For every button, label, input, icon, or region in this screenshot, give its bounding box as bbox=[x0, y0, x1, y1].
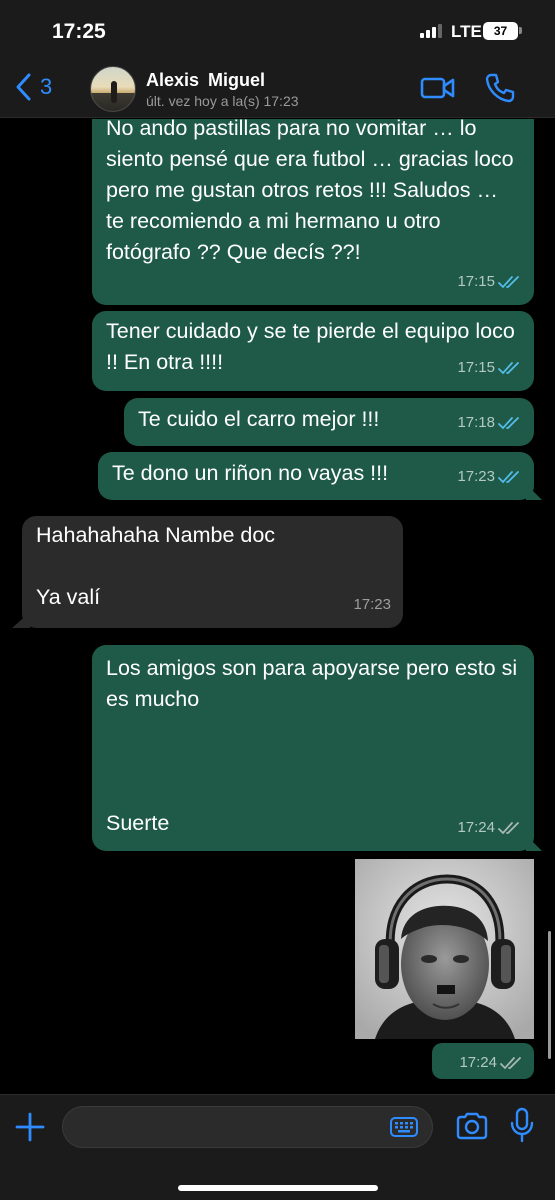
message-text: No ando pastillas para no vomitar … lo s… bbox=[106, 119, 520, 264]
message-outgoing[interactable]: Te dono un riñon no vayas !!! 17:23 bbox=[98, 452, 534, 500]
home-indicator bbox=[178, 1185, 378, 1191]
message-time: 17:23 bbox=[353, 596, 391, 613]
message-time: 17:15 bbox=[457, 273, 495, 290]
battery-icon: 37 bbox=[483, 22, 518, 40]
message-outgoing[interactable]: No ando pastillas para no vomitar … lo s… bbox=[92, 119, 534, 305]
read-ticks-icon bbox=[498, 470, 519, 483]
microphone-icon[interactable] bbox=[508, 1107, 536, 1143]
scrollbar[interactable] bbox=[548, 931, 551, 1059]
message-time: 17:15 bbox=[457, 359, 495, 376]
read-ticks-icon bbox=[498, 275, 519, 288]
message-meta: 17:23 bbox=[353, 589, 391, 620]
network-type: LTE bbox=[451, 22, 482, 41]
message-time: 17:23 bbox=[457, 468, 495, 485]
message-list[interactable]: No ando pastillas para no vomitar … lo s… bbox=[0, 119, 555, 1094]
message-outgoing[interactable]: Los amigos son para apoyarse pero esto s… bbox=[92, 645, 534, 851]
message-input[interactable] bbox=[62, 1106, 433, 1148]
image-message-meta: 17:24 bbox=[432, 1043, 534, 1079]
phone-icon[interactable] bbox=[484, 72, 516, 104]
message-meta: 17:23 bbox=[457, 461, 522, 492]
avatar-person bbox=[111, 81, 117, 103]
message-meta: 17:18 bbox=[457, 407, 522, 438]
unread-count: 3 bbox=[40, 74, 53, 99]
back-button[interactable]: 3 bbox=[14, 72, 52, 102]
status-time: 17:25 bbox=[52, 20, 106, 43]
read-ticks-icon bbox=[498, 416, 519, 429]
chevron-left-icon bbox=[16, 73, 31, 101]
battery-tip bbox=[519, 27, 522, 34]
contact-name[interactable]: Alexis Miguel bbox=[146, 70, 265, 91]
avatar[interactable] bbox=[90, 66, 136, 112]
message-outgoing[interactable]: Te cuido el carro mejor !!! 17:18 bbox=[124, 398, 534, 446]
read-ticks-icon bbox=[498, 361, 519, 374]
keyboard-icon[interactable] bbox=[389, 1115, 419, 1139]
message-time: 17:24 bbox=[459, 1054, 497, 1071]
composer-bar bbox=[0, 1094, 555, 1200]
delivered-ticks-icon bbox=[498, 821, 519, 834]
message-time: 17:24 bbox=[457, 819, 495, 836]
chat-header: 3 Alexis Miguel últ. vez hoy a la(s) 17:… bbox=[0, 60, 555, 118]
message-incoming[interactable]: Hahahahaha Nambe doc Ya valí 17:23 bbox=[22, 516, 403, 628]
message-text: Hahahahaha Nambe doc Ya valí bbox=[36, 523, 276, 609]
message-meta: 17:24 bbox=[457, 812, 522, 843]
status-bar: 17:25 LTE 37 bbox=[0, 0, 555, 60]
message-outgoing[interactable]: Tener cuidado y se te pierde el equipo l… bbox=[92, 311, 534, 391]
message-time: 17:18 bbox=[457, 414, 495, 431]
last-seen: últ. vez hoy a la(s) 17:23 bbox=[146, 93, 299, 109]
message-meta: 17:24 bbox=[459, 1054, 524, 1071]
signal-strength-icon bbox=[420, 24, 442, 38]
plus-icon[interactable] bbox=[14, 1111, 46, 1143]
image-message[interactable] bbox=[355, 859, 534, 1039]
message-meta: 17:15 bbox=[457, 266, 522, 297]
delivered-ticks-icon bbox=[500, 1056, 521, 1069]
video-camera-icon[interactable] bbox=[420, 74, 456, 102]
camera-icon[interactable] bbox=[455, 1111, 489, 1141]
photo-portrait-with-headphones bbox=[355, 859, 534, 1039]
message-meta: 17:15 bbox=[457, 352, 522, 383]
